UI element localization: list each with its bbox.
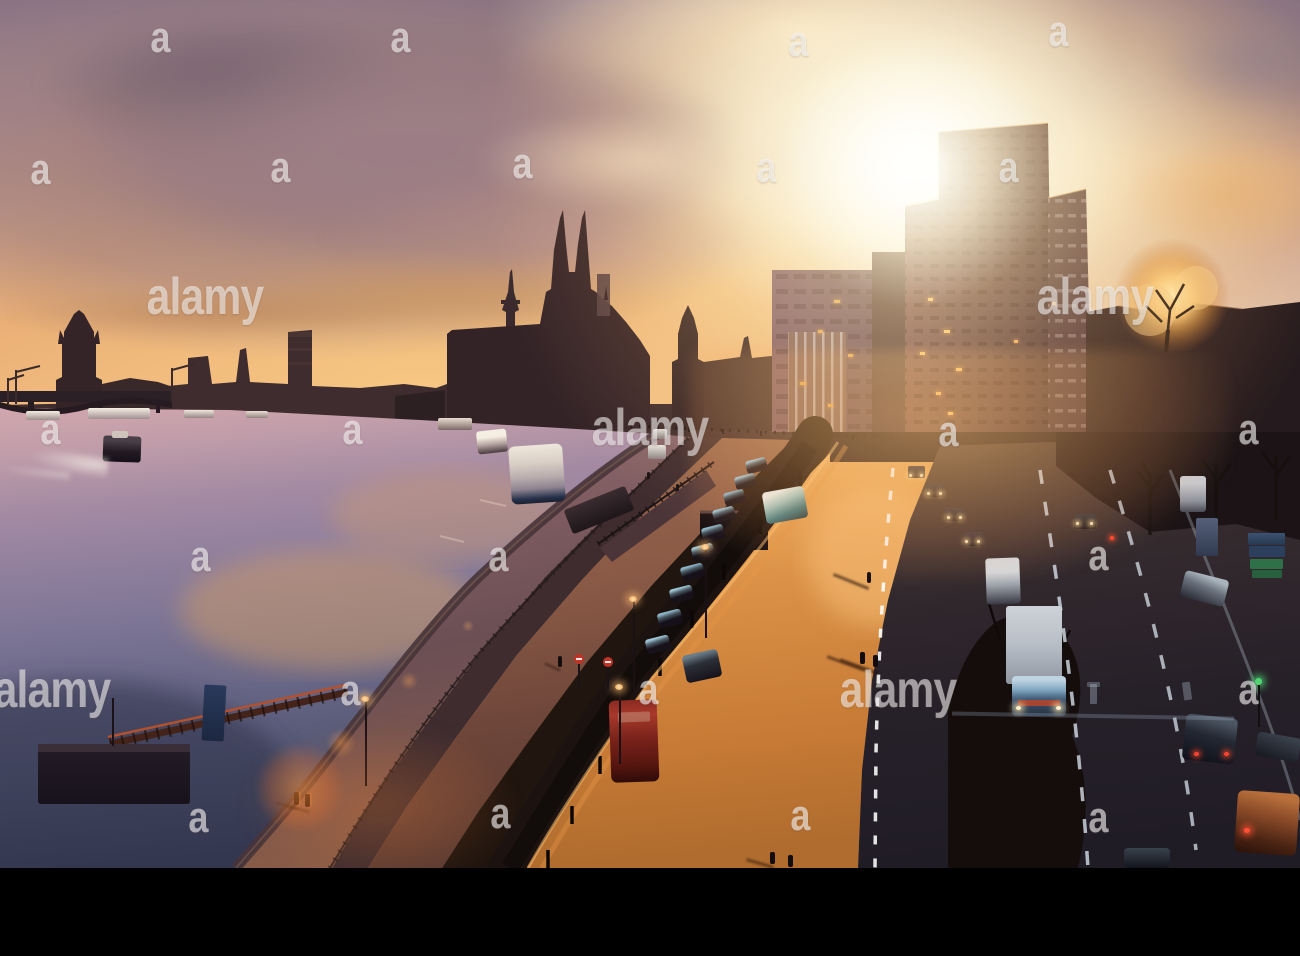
watermark-small: a — [490, 789, 510, 838]
watermark-small: a — [340, 666, 360, 715]
watermark-small: a — [190, 532, 210, 581]
watermark-large: alamy — [839, 661, 958, 719]
watermark-large: alamy — [591, 399, 710, 457]
watermark-small: a — [488, 532, 508, 581]
watermark-small: a — [788, 17, 808, 66]
watermark-small: a — [342, 405, 362, 454]
footer-bar: alamy Image ID: R942BK www.alamy.com — [0, 868, 1300, 956]
watermark-small: a — [998, 143, 1018, 192]
watermark-small: a — [1238, 665, 1258, 714]
watermark-small: a — [638, 665, 658, 714]
watermark-small: a — [390, 13, 410, 62]
watermark-small: a — [188, 793, 208, 842]
watermark-small: a — [40, 405, 60, 454]
watermark-small: a — [512, 139, 532, 188]
watermark-small: a — [1048, 7, 1068, 56]
watermark-small: a — [756, 143, 776, 192]
photo: a a a a a a a a a alamy alamy a a a a alamy a a a a a a alamy a… — [0, 0, 1300, 868]
watermark-small: a — [150, 13, 170, 62]
watermark-layer: a a a a a a a a a alamy alamy a a a a alamy a a a a a a alamy a… — [0, 0, 1300, 868]
watermark-large: alamy — [146, 268, 265, 326]
watermark-large: alamy — [0, 661, 111, 719]
watermark-small: a — [790, 791, 810, 840]
watermark-large: alamy — [1036, 268, 1155, 326]
watermark-small: a — [270, 143, 290, 192]
watermark-small: a — [30, 145, 50, 194]
watermark-small: a — [1238, 405, 1258, 454]
stock-photo-page: a a a a a a a a a alamy alamy a a a a alamy a a a a a a alamy a… — [0, 0, 1300, 956]
watermark-small: a — [1088, 793, 1108, 842]
watermark-small: a — [938, 407, 958, 456]
watermark-small: a — [1088, 531, 1108, 580]
